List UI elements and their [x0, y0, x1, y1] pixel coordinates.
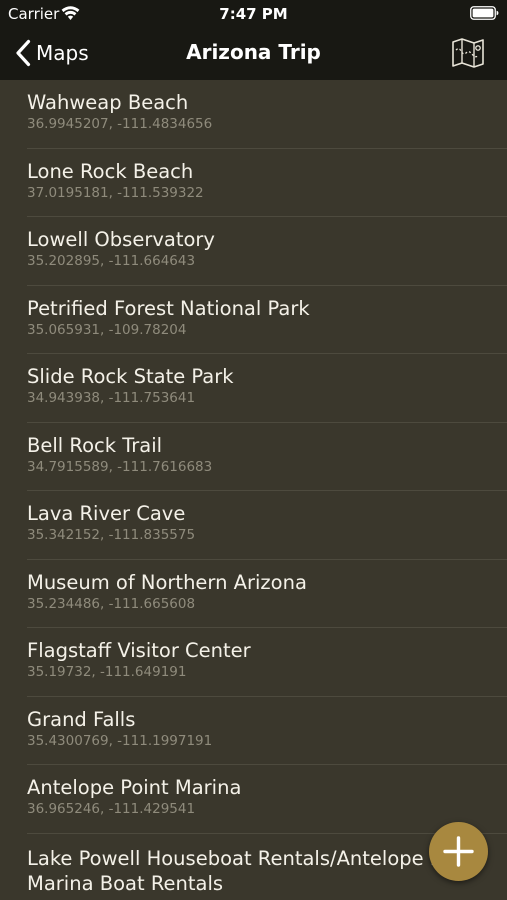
location-coordinates: 36.9945207, -111.4834656	[27, 116, 213, 132]
clock: 7:47 PM	[219, 5, 288, 23]
location-name: Flagstaff Visitor Center	[27, 639, 251, 662]
battery-icon	[470, 6, 499, 20]
list-item[interactable]: Lava River Cave 35.342152, -111.835575	[0, 491, 507, 560]
list-item[interactable]: Flagstaff Visitor Center 35.19732, -111.…	[0, 628, 507, 697]
add-location-button[interactable]	[429, 822, 488, 881]
list-item[interactable]: Lone Rock Beach 37.0195181, -111.539322	[0, 149, 507, 218]
back-button[interactable]: Maps	[14, 38, 89, 68]
top-bar: Carrier 7:47 PM Maps Arizona Trip	[0, 0, 507, 80]
location-coordinates: 34.7915589, -111.7616683	[27, 458, 213, 475]
location-coordinates: 35.202895, -111.664643	[27, 253, 196, 269]
location-coordinates: 35.4300769, -111.1997191	[27, 732, 213, 749]
status-bar: Carrier 7:47 PM	[0, 0, 507, 28]
list-item[interactable]: Slide Rock State Park 34.943938, -111.75…	[0, 354, 507, 423]
location-coordinates: 36.965246, -111.429541	[27, 801, 196, 817]
location-name: Museum of Northern Arizona	[27, 570, 307, 594]
location-coordinates: 34.943938, -111.753641	[27, 390, 196, 406]
map-icon[interactable]	[451, 37, 485, 69]
location-name: Bell Rock Trail	[27, 433, 163, 457]
location-coordinates: 35.234486, -111.665608	[27, 595, 196, 612]
list-item[interactable]: Grand Falls 35.4300769, -111.1997191	[0, 697, 507, 766]
location-name: Lake Powell Houseboat Rentals/Antelope P…	[27, 846, 479, 895]
back-button-label: Maps	[36, 41, 89, 65]
location-name: Lowell Observatory	[27, 228, 215, 251]
list-item[interactable]: Museum of Northern Arizona 35.234486, -1…	[0, 560, 507, 629]
navigation-bar: Maps Arizona Trip	[0, 28, 507, 80]
list-item[interactable]: Antelope Point Marina 36.965246, -111.42…	[0, 765, 507, 834]
location-name: Petrified Forest National Park	[27, 296, 310, 320]
locations-list: Wahweap Beach 36.9945207, -111.4834656 L…	[0, 80, 507, 900]
location-coordinates: 35.19732, -111.649191	[27, 664, 187, 680]
location-coordinates: 35.065931, -109.78204	[27, 321, 187, 338]
location-name: Wahweap Beach	[27, 91, 189, 114]
location-coordinates: 37.0195181, -111.539322	[27, 184, 204, 201]
location-name: Grand Falls	[27, 707, 136, 731]
list-item[interactable]: Wahweap Beach 36.9945207, -111.4834656	[0, 80, 507, 149]
list-item[interactable]: Bell Rock Trail 34.7915589, -111.7616683	[0, 423, 507, 492]
location-coordinates: 35.342152, -111.835575	[27, 527, 196, 543]
location-name: Lava River Cave	[27, 502, 186, 525]
list-item[interactable]: Petrified Forest National Park 35.065931…	[0, 286, 507, 355]
location-name: Antelope Point Marina	[27, 776, 242, 799]
plus-icon	[443, 836, 474, 867]
list-item[interactable]: Lowell Observatory 35.202895, -111.66464…	[0, 217, 507, 286]
chevron-left-icon	[16, 39, 31, 67]
location-name: Slide Rock State Park	[27, 365, 234, 388]
location-name: Lone Rock Beach	[27, 159, 194, 183]
